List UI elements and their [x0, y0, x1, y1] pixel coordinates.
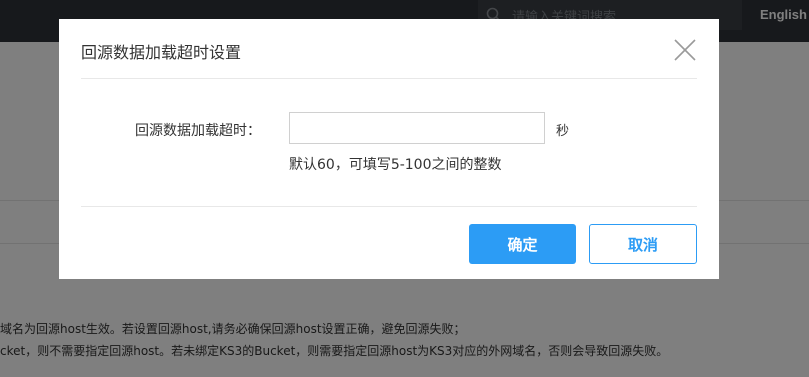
- close-icon[interactable]: [672, 37, 698, 63]
- dialog-divider: [81, 206, 697, 207]
- cancel-button[interactable]: 取消: [589, 224, 697, 264]
- confirm-button[interactable]: 确定: [469, 224, 576, 264]
- page: 请输入关键词搜索 English 域名为回源host生效。若设置回源host,请…: [0, 0, 809, 377]
- timeout-hint: 默认60，可填写5-100之间的整数: [289, 157, 502, 173]
- timeout-label: 回源数据加载超时：: [135, 123, 261, 139]
- timeout-input[interactable]: [289, 112, 545, 144]
- timeout-settings-dialog: 回源数据加载超时设置 回源数据加载超时： 秒 默认60，可填写5-100之间的整…: [59, 19, 719, 279]
- unit-label: 秒: [556, 124, 570, 139]
- dialog-title: 回源数据加载超时设置: [81, 43, 242, 62]
- dialog-divider: [81, 78, 697, 79]
